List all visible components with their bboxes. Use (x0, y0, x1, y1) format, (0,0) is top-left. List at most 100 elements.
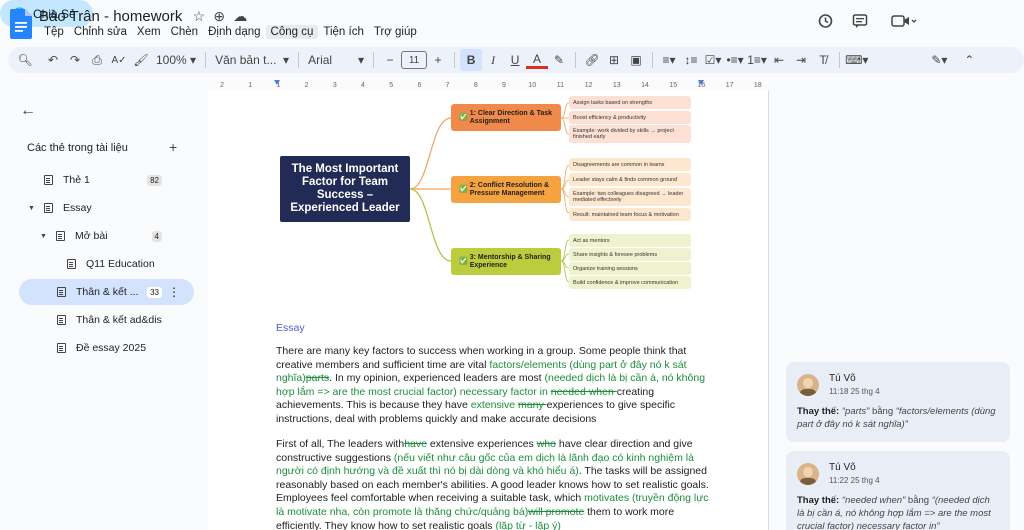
insert-link-icon[interactable]: 🔗︎ (581, 49, 603, 71)
mindmap-leaf: Assign tasks based on strengths (569, 96, 691, 109)
tab-label: Thẻ 1 (63, 174, 90, 186)
ruler[interactable]: 2 1 1 2 3 4 5 6 7 8 9 10 11 12 13 14 15 16 17 18 (208, 78, 768, 90)
tab-item-than-ket[interactable]: Thân & kết ... 33 ⋮ (19, 279, 194, 305)
line-spacing-icon[interactable]: ↕≡ (680, 49, 702, 71)
document-icon (57, 343, 66, 353)
ruler-tick-label: 13 (613, 82, 621, 89)
text-color-icon[interactable]: A (526, 52, 549, 69)
menu-help[interactable]: Trợ giúp (369, 25, 422, 39)
essay-heading: Essay (276, 322, 305, 334)
ruler-tick-label: 9 (502, 82, 506, 89)
suggestion-insert[interactable]: (lặp từ - lặp ý) (495, 520, 560, 530)
ruler-tick-label: 6 (417, 82, 421, 89)
undo-icon[interactable]: ↶ (42, 49, 64, 71)
decrease-indent-icon[interactable]: ⇤ (768, 49, 790, 71)
mindmap-leaf: Disagreements are common in teams (569, 158, 691, 171)
redo-icon[interactable]: ↷ (64, 49, 86, 71)
mindmap-leaf: Example: two colleagues disagreed → lead… (569, 188, 691, 206)
highlight-color-icon[interactable]: ✎ (548, 49, 570, 71)
checklist-icon[interactable]: ☑▾ (702, 49, 724, 71)
docs-logo[interactable] (10, 9, 32, 39)
numbered-list-icon[interactable]: 1≡▾ (746, 49, 768, 71)
paragraph-2[interactable]: First of all, The leaders withhave exten… (276, 438, 716, 530)
comment-author: Tú Võ (829, 462, 856, 473)
increase-indent-icon[interactable]: ⇥ (790, 49, 812, 71)
menu-tools[interactable]: Công cụ (265, 25, 319, 39)
mindmap-leaf: Example: work divided by skills → projec… (569, 125, 691, 143)
suggestion-delete[interactable]: parts (306, 372, 329, 384)
suggestion-delete[interactable]: have (404, 438, 427, 450)
comment-time: 11:18 25 thg 4 (829, 387, 880, 396)
document-icon (44, 175, 53, 185)
tab-item-than-ket-ad-dis[interactable]: Thân & kết ad&dis (19, 307, 194, 333)
menu-extensions[interactable]: Tiện ích (318, 25, 368, 39)
back-arrow-icon[interactable]: ← (20, 102, 36, 120)
mindmap-branch: ✅ 2: Conflict Resolution & Pressure Manag… (451, 176, 561, 203)
suggestion-delete[interactable]: many (518, 399, 547, 411)
avatar (797, 463, 819, 485)
meet-icon[interactable] (886, 8, 922, 34)
increase-font-size-icon[interactable]: + (427, 49, 449, 71)
comment-card[interactable]: Tú Võ 11:22 25 thg 4 Thay thế: “needed w… (786, 451, 1010, 530)
document-icon (67, 259, 76, 269)
paint-format-icon[interactable]: 🖌︎ (130, 49, 152, 71)
underline-icon[interactable]: U (504, 49, 526, 71)
tab-item-essay[interactable]: ▼ Essay (19, 195, 194, 221)
zoom-select[interactable]: 100% ▾ (152, 49, 200, 71)
font-select[interactable]: Arial ▾ (304, 49, 368, 71)
editing-mode-icon[interactable]: ✎▾ (928, 49, 950, 71)
style-select[interactable]: Văn bản t... ▾ (211, 49, 293, 71)
input-tools-icon[interactable]: ⌨▾ (845, 49, 868, 71)
paragraph-1[interactable]: There are many key factors to success wh… (276, 345, 716, 427)
decrease-font-size-icon[interactable]: − (379, 49, 401, 71)
spellcheck-icon[interactable]: A✓ (108, 49, 130, 71)
align-icon[interactable]: ≡▾ (658, 49, 680, 71)
version-history-icon[interactable] (812, 8, 838, 34)
tab-label: Essay (63, 202, 92, 214)
ruler-tick-label: 11 (557, 82, 564, 89)
comment-count-badge: 33 (147, 286, 162, 298)
italic-icon[interactable]: I (482, 49, 504, 71)
clear-formatting-icon[interactable]: T̸ (812, 49, 834, 71)
tab-item-mo-bai[interactable]: ▼ Mở bài 4 (19, 223, 194, 249)
suggestion-delete[interactable]: needed when (551, 386, 617, 398)
menu-format[interactable]: Định dạng (203, 25, 265, 39)
menu-view[interactable]: Xem (132, 25, 166, 39)
font-size-input[interactable]: 11 (401, 51, 428, 69)
mindmap-leaf: Share insights & foresee problems (569, 248, 691, 261)
tab-item-the-1[interactable]: Thẻ 1 82 (19, 167, 194, 193)
collapse-toolbar-icon[interactable]: ⌃ (958, 49, 980, 71)
tab-label: Thân & kết ad&dis (76, 314, 162, 326)
document-title[interactable]: Bảo Trân - homework ☆ ⊕ ☁ (39, 8, 247, 25)
ruler-tick-label: 4 (361, 82, 365, 89)
star-icon[interactable]: ☆ (193, 8, 206, 24)
insert-image-icon[interactable]: ▣ (625, 49, 647, 71)
tab-item-de-essay-2025[interactable]: Đề essay 2025 (19, 335, 194, 361)
suggestion-insert[interactable]: extensive (471, 399, 518, 411)
collapse-caret-icon[interactable]: ▼ (40, 233, 50, 240)
tab-item-q11-education[interactable]: Q11 Education (19, 251, 194, 277)
move-folder-icon[interactable]: ⊕ (213, 8, 225, 24)
mindmap-leaf: Act as mentors (569, 234, 691, 247)
bold-icon[interactable]: B (460, 49, 483, 71)
add-comment-icon[interactable]: ⊞ (603, 49, 625, 71)
add-tab-icon[interactable]: + (169, 139, 177, 155)
comments-icon[interactable] (847, 8, 873, 34)
print-icon[interactable]: ⎙ (86, 49, 108, 71)
collapse-caret-icon[interactable]: ▼ (28, 205, 38, 212)
ruler-tick-label: 12 (585, 82, 593, 89)
suggestion-delete[interactable]: who (537, 438, 556, 450)
document-icon (56, 231, 65, 241)
more-options-icon[interactable]: ⋮ (168, 285, 180, 299)
document-page[interactable]: The Most Important Factor for Team Succe… (208, 90, 768, 530)
search-menus-icon[interactable]: 🔍︎ (14, 49, 36, 71)
menu-edit[interactable]: Chỉnh sửa (69, 25, 132, 39)
bulleted-list-icon[interactable]: •≡▾ (724, 49, 746, 71)
tab-label: Thân & kết ... (76, 286, 139, 298)
menu-bar: Tệp Chỉnh sửa Xem Chèn Định dạng Công cụ… (39, 25, 422, 39)
comment-card[interactable]: Tú Võ 11:18 25 thg 4 Thay thế: “parts” b… (786, 362, 1010, 442)
menu-insert[interactable]: Chèn (166, 25, 204, 39)
menu-file[interactable]: Tệp (39, 25, 69, 39)
suggestion-delete[interactable]: will promote (528, 506, 584, 518)
document-icon (57, 287, 66, 297)
